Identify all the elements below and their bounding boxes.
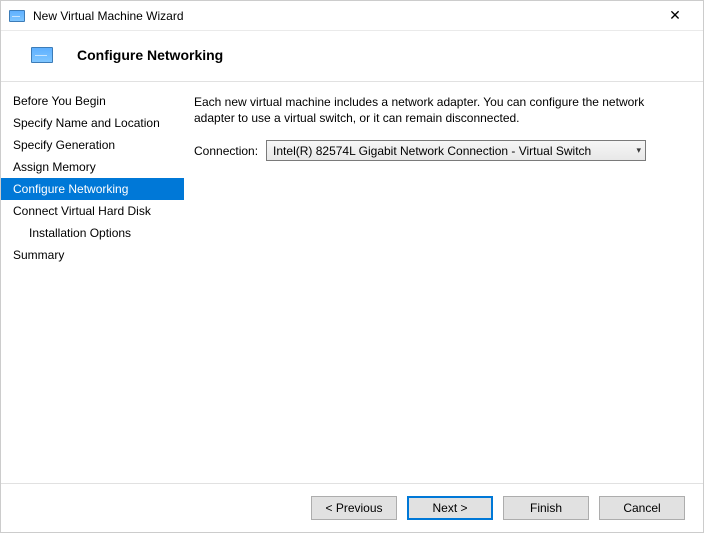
chevron-down-icon: ▾ xyxy=(631,145,642,156)
wizard-footer: < Previous Next > Finish Cancel xyxy=(1,483,703,532)
previous-button[interactable]: < Previous xyxy=(311,496,397,520)
connection-row: Connection: Intel(R) 82574L Gigabit Netw… xyxy=(194,140,685,161)
app-icon xyxy=(9,10,25,22)
wizard-step-label: Specify Name and Location xyxy=(13,116,160,130)
wizard-step-label: Assign Memory xyxy=(13,160,96,174)
wizard-step[interactable]: Assign Memory xyxy=(1,156,184,178)
wizard-steps-sidebar: Before You Begin Specify Name and Locatio… xyxy=(1,82,184,483)
wizard-step-label: Installation Options xyxy=(29,226,131,240)
wizard-step[interactable]: Before You Begin xyxy=(1,90,184,112)
wizard-step-label: Connect Virtual Hard Disk xyxy=(13,204,151,218)
wizard-step[interactable]: Specify Name and Location xyxy=(1,112,184,134)
title-bar: New Virtual Machine Wizard ✕ xyxy=(1,1,703,31)
connection-label: Connection: xyxy=(194,144,258,158)
wizard-step[interactable]: Configure Networking xyxy=(1,178,184,200)
wizard-header: Configure Networking xyxy=(1,31,703,81)
cancel-button[interactable]: Cancel xyxy=(599,496,685,520)
connection-dropdown[interactable]: Intel(R) 82574L Gigabit Network Connecti… xyxy=(266,140,646,161)
wizard-step-label: Before You Begin xyxy=(13,94,106,108)
finish-button[interactable]: Finish xyxy=(503,496,589,520)
window-title: New Virtual Machine Wizard xyxy=(33,9,184,23)
wizard-step-label: Summary xyxy=(13,248,64,262)
wizard-step[interactable]: Installation Options xyxy=(1,222,184,244)
wizard-step[interactable]: Specify Generation xyxy=(1,134,184,156)
page-title: Configure Networking xyxy=(77,47,223,63)
wizard-content: Each new virtual machine includes a netw… xyxy=(184,82,703,483)
wizard-icon xyxy=(31,47,53,63)
wizard-step-label: Specify Generation xyxy=(13,138,115,152)
wizard-step[interactable]: Summary xyxy=(1,244,184,266)
wizard-step[interactable]: Connect Virtual Hard Disk xyxy=(1,200,184,222)
close-button[interactable]: ✕ xyxy=(655,2,695,30)
close-icon: ✕ xyxy=(669,7,681,24)
wizard-step-label: Configure Networking xyxy=(13,182,128,196)
page-description: Each new virtual machine includes a netw… xyxy=(194,94,685,126)
connection-dropdown-value: Intel(R) 82574L Gigabit Network Connecti… xyxy=(273,144,591,158)
next-button[interactable]: Next > xyxy=(407,496,493,520)
wizard-body: Before You Begin Specify Name and Locatio… xyxy=(1,81,703,483)
